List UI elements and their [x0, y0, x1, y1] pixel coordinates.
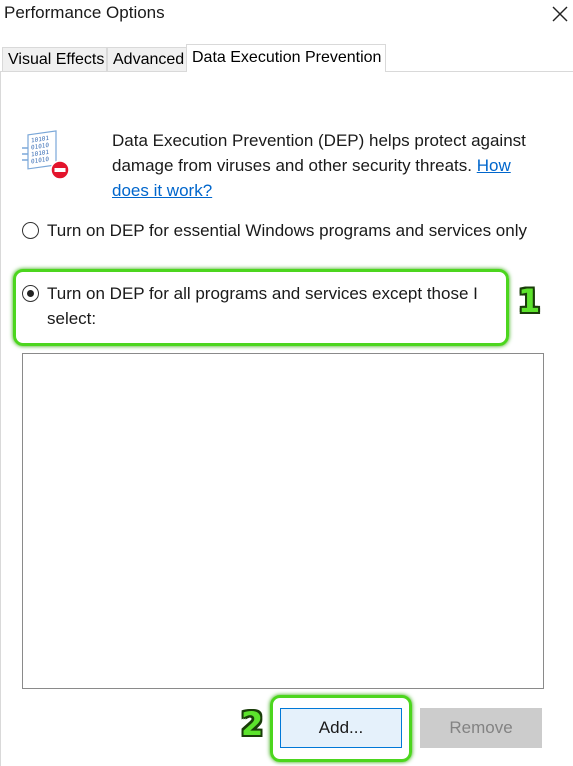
annotation-marker-2: 2 [241, 705, 264, 743]
close-icon[interactable] [550, 4, 570, 24]
dep-binary-icon: 10101 01010 10101 01010 [22, 130, 70, 180]
exceptions-list[interactable] [22, 353, 544, 689]
title-bar: Performance Options [0, 0, 573, 30]
window-title: Performance Options [4, 3, 165, 22]
tab-advanced[interactable]: Advanced [107, 47, 187, 71]
radio-all-programs[interactable] [22, 285, 39, 302]
option-all-label: Turn on DEP for all programs and service… [47, 284, 478, 328]
tab-visual-effects[interactable]: Visual Effects [2, 47, 107, 71]
tab-data-execution-prevention[interactable]: Data Execution Prevention [186, 44, 386, 72]
annotation-marker-1: 1 [518, 282, 541, 320]
add-button[interactable]: Add... [280, 708, 402, 748]
option-essential-label: Turn on DEP for essential Windows progra… [47, 221, 527, 240]
dep-description: Data Execution Prevention (DEP) helps pr… [112, 128, 552, 203]
description-text: Data Execution Prevention (DEP) helps pr… [112, 131, 526, 175]
tab-strip: Visual Effects Advanced Data Execution P… [0, 44, 573, 72]
radio-essential-programs[interactable] [22, 222, 39, 239]
remove-button: Remove [420, 708, 542, 748]
